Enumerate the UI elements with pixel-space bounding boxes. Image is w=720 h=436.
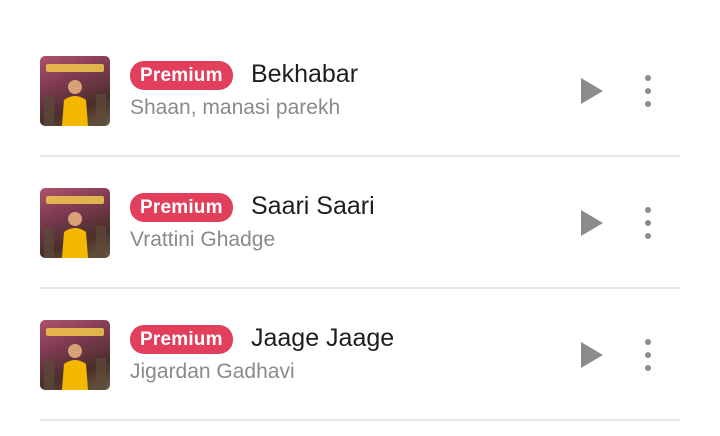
song-title[interactable]: Jaage Jaage <box>251 322 394 354</box>
song-artist: Jigardan Gadhavi <box>130 360 295 383</box>
more-vertical-icon <box>645 207 651 239</box>
song-row[interactable]: Premium Jaage Jaage Jigardan Gadhavi <box>40 289 680 421</box>
play-icon <box>581 78 603 104</box>
song-list: Premium Bekhabar Shaan, manasi parekh Pr… <box>0 25 720 421</box>
song-row[interactable]: Premium Saari Saari Vrattini Ghadge <box>40 157 680 289</box>
play-button[interactable] <box>572 73 608 109</box>
more-vertical-icon <box>645 75 651 107</box>
more-options-button[interactable] <box>636 205 660 241</box>
album-art-thumbnail[interactable] <box>40 320 110 390</box>
play-button[interactable] <box>572 205 608 241</box>
premium-badge: Premium <box>130 325 233 354</box>
more-options-button[interactable] <box>636 337 660 373</box>
play-button[interactable] <box>572 337 608 373</box>
song-title[interactable]: Saari Saari <box>251 190 375 222</box>
play-icon <box>581 210 603 236</box>
song-title[interactable]: Bekhabar <box>251 58 358 90</box>
album-art-thumbnail[interactable] <box>40 188 110 258</box>
more-vertical-icon <box>645 339 651 371</box>
song-artist: Vrattini Ghadge <box>130 228 276 251</box>
play-icon <box>581 342 603 368</box>
premium-badge: Premium <box>130 193 233 222</box>
song-artist: Shaan, manasi parekh <box>130 96 341 119</box>
more-options-button[interactable] <box>636 73 660 109</box>
album-art-thumbnail[interactable] <box>40 56 110 126</box>
song-row[interactable]: Premium Bekhabar Shaan, manasi parekh <box>40 25 680 157</box>
premium-badge: Premium <box>130 61 233 90</box>
